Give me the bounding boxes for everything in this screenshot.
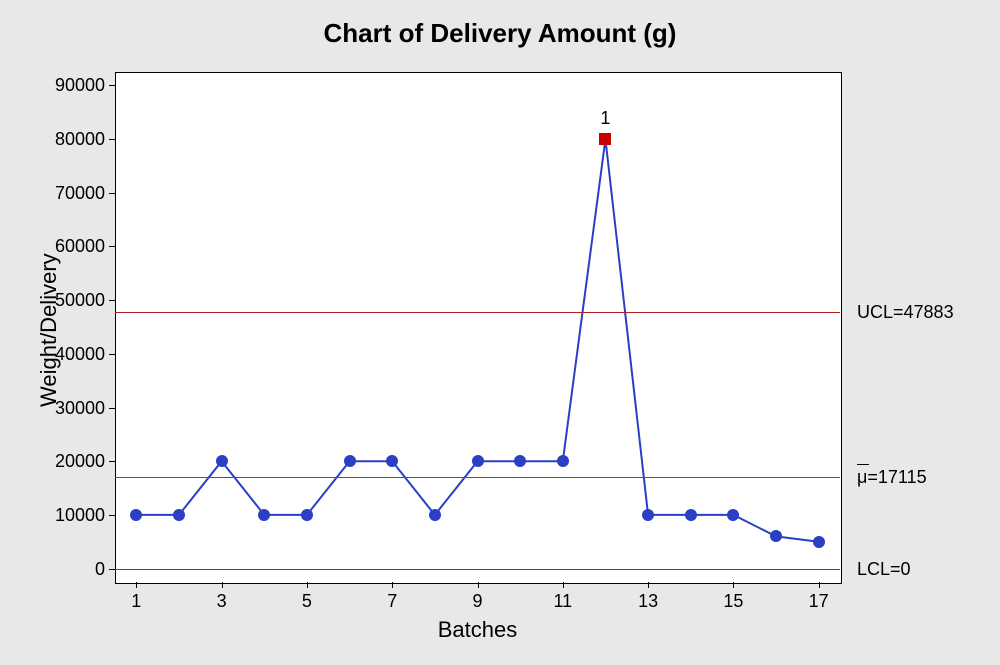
data-point xyxy=(813,536,825,548)
data-point xyxy=(685,509,697,521)
mean-value: =17115 xyxy=(867,467,926,487)
data-point xyxy=(429,509,441,521)
data-point xyxy=(173,509,185,521)
data-point xyxy=(301,509,313,521)
outlier-label: 1 xyxy=(600,108,610,129)
outlier-point xyxy=(599,133,611,145)
lcl-label: LCL=0 xyxy=(857,559,911,580)
data-point xyxy=(472,455,484,467)
lcl-line xyxy=(115,569,840,570)
mean-label: μ=17115 xyxy=(857,467,927,488)
data-point xyxy=(216,455,228,467)
data-point xyxy=(344,455,356,467)
ucl-label: UCL=47883 xyxy=(857,302,954,323)
ucl-line xyxy=(115,312,840,313)
mean-mu: μ xyxy=(857,467,867,487)
mu-bar-icon xyxy=(857,464,869,465)
chart-line xyxy=(0,0,1000,665)
mean-line xyxy=(115,477,840,478)
data-point xyxy=(557,455,569,467)
data-point xyxy=(642,509,654,521)
